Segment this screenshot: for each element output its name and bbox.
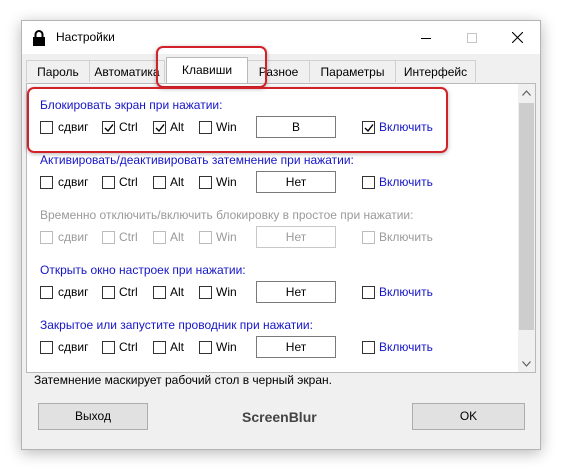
section-toggle-blackout: Активировать/деактивировать затемнение п… — [27, 153, 517, 209]
enable-checkbox[interactable] — [362, 121, 375, 134]
enable-checkbox[interactable] — [362, 286, 375, 299]
ok-button[interactable]: OK — [412, 403, 525, 430]
hotkey-field[interactable]: Нет — [256, 171, 336, 193]
enable-label: Включить — [379, 175, 433, 189]
minimize-button[interactable] — [403, 21, 449, 54]
win-label: Win — [216, 285, 237, 299]
alt-checkbox[interactable] — [153, 286, 166, 299]
alt-label: Alt — [170, 230, 185, 244]
check-icon — [104, 124, 114, 133]
maximize-icon — [467, 32, 477, 43]
shift-label: сдвиг — [58, 340, 89, 354]
tab-password[interactable]: Пароль — [26, 60, 90, 82]
alt-label: Alt — [170, 175, 185, 189]
ctrl-checkbox[interactable] — [102, 286, 115, 299]
vertical-scrollbar[interactable] — [518, 84, 535, 372]
shift-label: сдвиг — [58, 120, 89, 134]
maximize-button — [449, 21, 495, 54]
tab-misc[interactable]: Разное — [247, 60, 310, 82]
minimize-icon — [421, 37, 431, 39]
win-label: Win — [216, 120, 237, 134]
enable-label: Включить — [379, 230, 433, 244]
shift-label: сдвиг — [58, 175, 89, 189]
enable-label: Включить — [379, 120, 433, 134]
shift-checkbox[interactable] — [40, 286, 53, 299]
shift-checkbox[interactable] — [40, 121, 53, 134]
ctrl-label: Ctrl — [119, 230, 138, 244]
title-bar: Настройки — [22, 21, 540, 54]
settings-window: Настройки Пароль Автоматика Клавиши Разн… — [21, 20, 541, 450]
shift-label: сдвиг — [58, 230, 89, 244]
alt-checkbox[interactable] — [153, 121, 166, 134]
section-title: Закрытое или запустите проводник при наж… — [40, 318, 313, 332]
scroll-up-button[interactable] — [518, 84, 535, 101]
shift-label: сдвиг — [58, 285, 89, 299]
section-title: Открыть окно настроек при нажатии: — [40, 263, 246, 277]
shift-checkbox — [40, 231, 53, 244]
alt-label: Alt — [170, 120, 185, 134]
tab-keys[interactable]: Клавиши — [166, 57, 248, 83]
close-icon — [511, 32, 523, 43]
win-checkbox[interactable] — [199, 176, 212, 189]
section-title: Временно отключить/включить блокировку в… — [40, 208, 414, 222]
chevron-up-icon — [522, 89, 531, 96]
ctrl-label: Ctrl — [119, 120, 138, 134]
alt-checkbox — [153, 231, 166, 244]
enable-label: Включить — [379, 285, 433, 299]
tab-interface[interactable]: Интерфейс — [395, 60, 476, 82]
ctrl-checkbox[interactable] — [102, 121, 115, 134]
win-checkbox[interactable] — [199, 121, 212, 134]
window-title: Настройки — [56, 30, 115, 44]
tab-bar: Пароль Автоматика Клавиши Разное Парамет… — [22, 56, 540, 83]
alt-label: Alt — [170, 340, 185, 354]
hotkeys-panel: Блокировать экран при нажатии: сдвиг Ctr… — [26, 83, 536, 373]
close-button[interactable] — [494, 21, 540, 54]
chevron-down-icon — [522, 360, 531, 367]
scroll-down-button[interactable] — [518, 355, 535, 372]
check-icon — [155, 124, 165, 133]
lock-icon — [32, 30, 46, 46]
exit-button[interactable]: Выход — [38, 403, 148, 430]
ctrl-checkbox — [102, 231, 115, 244]
ctrl-label: Ctrl — [119, 175, 138, 189]
ctrl-checkbox[interactable] — [102, 341, 115, 354]
tab-automation[interactable]: Автоматика — [89, 60, 165, 82]
hotkey-field: Нет — [256, 226, 336, 248]
section-lock-screen: Блокировать экран при нажатии: сдвиг Ctr… — [27, 98, 517, 154]
enable-checkbox[interactable] — [362, 176, 375, 189]
alt-checkbox[interactable] — [153, 341, 166, 354]
enable-label: Включить — [379, 340, 433, 354]
hotkey-field[interactable]: Нет — [256, 336, 336, 358]
win-label: Win — [216, 230, 237, 244]
win-label: Win — [216, 340, 237, 354]
win-checkbox[interactable] — [199, 341, 212, 354]
hotkey-field[interactable]: B — [256, 116, 336, 138]
ctrl-checkbox[interactable] — [102, 176, 115, 189]
enable-checkbox[interactable] — [362, 341, 375, 354]
section-title: Блокировать экран при нажатии: — [40, 98, 223, 112]
win-checkbox[interactable] — [199, 286, 212, 299]
win-checkbox — [199, 231, 212, 244]
brand-label: ScreenBlur — [242, 409, 317, 425]
check-icon — [364, 124, 374, 133]
ctrl-label: Ctrl — [119, 285, 138, 299]
win-label: Win — [216, 175, 237, 189]
section-explorer: Закрытое или запустите проводник при наж… — [27, 318, 517, 372]
section-idle-lock: Временно отключить/включить блокировку в… — [27, 208, 517, 264]
scrollbar-thumb[interactable] — [519, 103, 534, 330]
section-open-settings: Открыть окно настроек при нажатии: сдвиг… — [27, 263, 517, 319]
tab-parameters[interactable]: Параметры — [309, 60, 396, 82]
shift-checkbox[interactable] — [40, 341, 53, 354]
shift-checkbox[interactable] — [40, 176, 53, 189]
section-title: Активировать/деактивировать затемнение п… — [40, 153, 354, 167]
status-text: Затемнение маскирует рабочий стол в черн… — [34, 373, 332, 387]
alt-label: Alt — [170, 285, 185, 299]
hotkey-field[interactable]: Нет — [256, 281, 336, 303]
ctrl-label: Ctrl — [119, 340, 138, 354]
alt-checkbox[interactable] — [153, 176, 166, 189]
enable-checkbox — [362, 231, 375, 244]
